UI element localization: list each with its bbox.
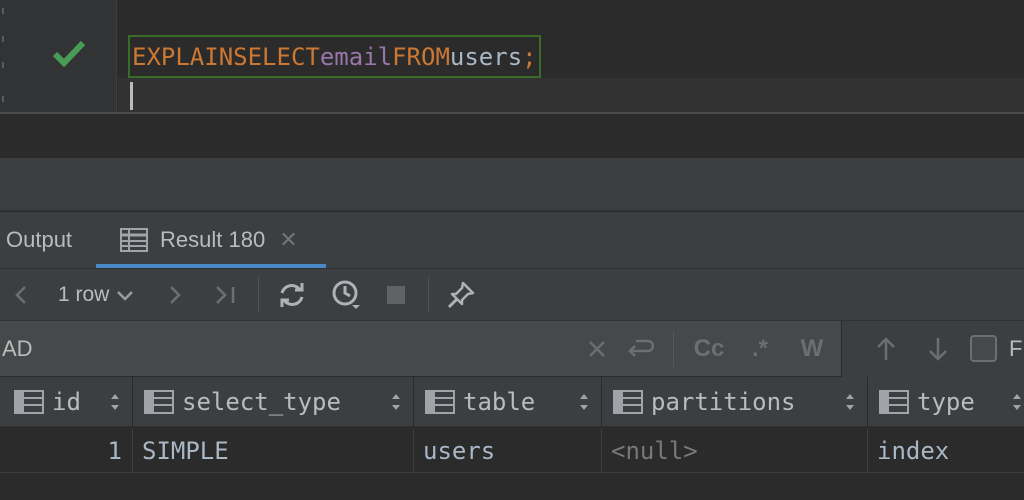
sort-icon: [1013, 394, 1021, 410]
column-icon: [879, 390, 909, 414]
services-panel-header: [0, 158, 1024, 211]
last-page-icon[interactable]: [210, 269, 240, 321]
sort-icon: [846, 394, 854, 410]
table-name: users: [449, 42, 523, 71]
newline-icon[interactable]: [624, 321, 656, 377]
results-tab-bar: Output Result 180 ✕: [0, 212, 1024, 269]
tab-output[interactable]: Output: [6, 212, 72, 268]
row-count-dropdown[interactable]: 1 row: [58, 269, 135, 321]
results-toolbar: 1 row: [0, 269, 1024, 321]
sql-statement[interactable]: EXPLAIN SELECT email FROM users;: [128, 35, 541, 78]
column-icon: [14, 390, 44, 414]
tab-output-label: Output: [6, 227, 73, 252]
column-header-label: select_type: [182, 388, 341, 416]
cell-id[interactable]: 1: [0, 428, 133, 473]
arrow-down-icon[interactable]: [924, 321, 952, 377]
filter-checkbox[interactable]: [970, 335, 997, 362]
stop-icon[interactable]: [382, 269, 410, 321]
table-icon: [120, 228, 148, 252]
keyword-from: FROM: [392, 42, 450, 71]
tab-result-label: Result 180: [160, 227, 266, 252]
column-header-type[interactable]: type: [869, 377, 1024, 427]
filter-checkbox-label: F: [1009, 336, 1023, 361]
column-icon: [144, 390, 174, 414]
keyword-select: SELECT: [233, 42, 320, 71]
sql-editor[interactable]: EXPLAIN SELECT email FROM users;: [0, 0, 1024, 112]
match-case-toggle[interactable]: Cc: [690, 321, 728, 377]
keyword-explain: EXPLAIN: [132, 42, 234, 71]
regex-toggle[interactable]: .*: [744, 321, 776, 377]
filter-input[interactable]: AD: [2, 321, 33, 377]
column-header-select-type[interactable]: select_type: [134, 377, 414, 427]
next-page-icon[interactable]: [162, 269, 188, 321]
table-header: id select_type table partitions type: [0, 377, 1024, 427]
column-header-label: partitions: [651, 388, 796, 416]
column-icon: [613, 390, 643, 414]
active-tab-indicator: [96, 264, 326, 268]
column-header-label: table: [463, 388, 536, 416]
column-icon: [425, 390, 455, 414]
table-empty-area: [0, 473, 1024, 500]
text-caret: [130, 82, 133, 110]
cell-type[interactable]: index: [869, 428, 1024, 473]
refresh-icon[interactable]: [276, 269, 308, 321]
column-header-label: id: [52, 388, 81, 416]
first-page-icon[interactable]: [8, 269, 34, 321]
tab-result[interactable]: Result 180 ✕: [96, 212, 326, 268]
column-header-label: type: [917, 388, 975, 416]
cell-partitions[interactable]: <null>: [603, 428, 868, 473]
statement-terminator: ;: [522, 42, 537, 71]
clear-filter-icon[interactable]: [584, 321, 610, 377]
sort-icon: [580, 394, 588, 410]
column-name: email: [319, 42, 393, 71]
current-line-highlight: [118, 78, 1024, 112]
pin-icon[interactable]: [444, 269, 478, 321]
editor-gutter: [0, 0, 117, 112]
words-toggle[interactable]: W: [796, 321, 828, 377]
sort-icon: [111, 394, 119, 410]
column-header-partitions[interactable]: partitions: [603, 377, 868, 427]
table-row[interactable]: 1 SIMPLE users <null> index: [0, 428, 1024, 473]
check-icon: [52, 40, 86, 68]
filter-input-value: AD: [2, 336, 33, 361]
cell-select-type[interactable]: SIMPLE: [134, 428, 414, 473]
row-count-label: 1 row: [58, 283, 110, 306]
close-icon[interactable]: ✕: [279, 227, 297, 253]
column-header-table[interactable]: table: [415, 377, 602, 427]
chevron-down-icon: [117, 291, 134, 301]
sort-icon: [392, 394, 400, 410]
arrow-up-icon[interactable]: [872, 321, 900, 377]
editor-empty-area: [0, 114, 1024, 158]
cell-table[interactable]: users: [415, 428, 602, 473]
column-header-id[interactable]: id: [0, 377, 133, 427]
history-icon[interactable]: [328, 269, 364, 321]
